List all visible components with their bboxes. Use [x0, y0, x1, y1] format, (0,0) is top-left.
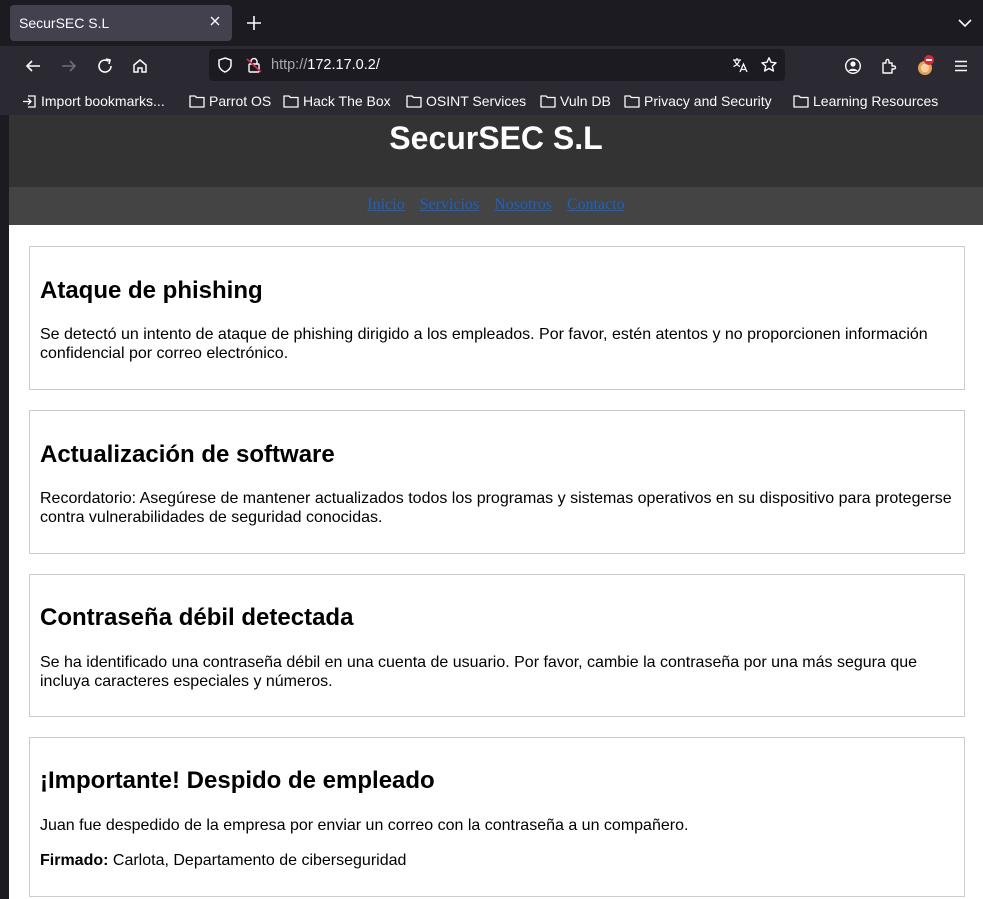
- web-page: SecurSEC S.L Inicio Servicios Nosotros C…: [9, 115, 983, 899]
- post-signature: Firmado: Carlota, Departamento de cibers…: [40, 851, 960, 870]
- post-title: Contraseña débil detectada: [40, 604, 354, 631]
- folder-icon: [793, 95, 809, 108]
- chevron-down-icon[interactable]: [956, 14, 974, 32]
- post-card: Contraseña débil detectada Se ha identif…: [29, 574, 965, 717]
- folder-icon: [406, 95, 422, 108]
- folder-icon: [624, 95, 640, 108]
- forward-arrow-icon[interactable]: [58, 55, 80, 77]
- new-tab-icon[interactable]: [244, 13, 264, 33]
- nav-link-nosotros[interactable]: Nosotros: [494, 196, 552, 214]
- nav-link-servicios[interactable]: Servicios: [420, 196, 480, 214]
- extensions-icon[interactable]: [878, 55, 900, 77]
- signature-label: Firmado:: [40, 852, 109, 869]
- account-icon[interactable]: [842, 55, 864, 77]
- bookmark-label: Vuln DB: [560, 93, 611, 109]
- bookmark-folder-parrot-os[interactable]: Parrot OS: [189, 91, 271, 111]
- bookmark-folder-vuln-db[interactable]: Vuln DB: [540, 91, 611, 111]
- bookmark-star-icon[interactable]: [758, 54, 780, 76]
- site-title: SecurSEC S.L: [389, 120, 603, 156]
- post-title: Actualización de software: [40, 441, 335, 468]
- nav-link-inicio[interactable]: Inicio: [367, 196, 404, 214]
- url-host: 172.17.0.2/: [307, 57, 380, 73]
- post-body: Se ha identificado una contraseña débil …: [40, 654, 918, 690]
- post-card: Actualización de software Recordatorio: …: [29, 410, 965, 554]
- back-arrow-icon[interactable]: [22, 55, 44, 77]
- post-card: Ataque de phishing Se detectó un intento…: [29, 246, 965, 390]
- post-body: Se detectó un intento de ataque de phish…: [40, 326, 928, 362]
- site-nav: Inicio Servicios Nosotros Contacto: [9, 187, 983, 225]
- menu-hamburger-icon[interactable]: [950, 55, 972, 77]
- bookmark-label: Privacy and Security: [644, 93, 772, 109]
- folder-icon: [540, 95, 556, 108]
- addon-avatar-icon[interactable]: [914, 55, 936, 77]
- nav-link-contacto[interactable]: Contacto: [567, 196, 625, 214]
- active-tab[interactable]: SecurSEC S.L: [10, 5, 232, 41]
- home-icon[interactable]: [129, 55, 151, 77]
- insecure-lock-icon[interactable]: [243, 54, 265, 76]
- tab-close-icon[interactable]: [207, 13, 223, 29]
- post-card: ¡Importante! Despido de empleado Juan fu…: [29, 737, 965, 897]
- bookmark-label: Import bookmarks...: [41, 93, 165, 109]
- import-icon: [23, 94, 36, 108]
- bookmark-label: Learning Resources: [813, 93, 939, 109]
- bookmark-import[interactable]: Import bookmarks...: [22, 91, 165, 111]
- reload-icon[interactable]: [94, 55, 116, 77]
- post-title: Ataque de phishing: [40, 277, 263, 304]
- tracking-shield-icon[interactable]: [214, 54, 236, 76]
- url-scheme: http://: [271, 57, 308, 73]
- tab-title: SecurSEC S.L: [19, 15, 110, 31]
- bookmark-folder-hack-the-box[interactable]: Hack The Box: [283, 91, 391, 111]
- url-bar[interactable]: http://172.17.0.2/: [209, 49, 785, 81]
- translate-icon[interactable]: [729, 54, 751, 76]
- post-body: Juan fue despedido de la empresa por env…: [40, 817, 689, 834]
- folder-icon: [189, 95, 205, 108]
- bookmark-label: Parrot OS: [209, 93, 272, 109]
- tab-bar: SecurSEC S.L: [0, 0, 983, 46]
- bookmark-folder-learning-resources[interactable]: Learning Resources: [793, 91, 938, 111]
- post-body: Recordatorio: Asegúrese de mantener actu…: [40, 490, 952, 526]
- bookmark-label: OSINT Services: [426, 93, 527, 109]
- bookmarks-toolbar: Import bookmarks... Parrot OS Hack The B…: [0, 86, 983, 115]
- post-title: ¡Importante! Despido de empleado: [40, 767, 435, 794]
- bookmark-label: Hack The Box: [303, 93, 391, 109]
- bookmark-folder-privacy-security[interactable]: Privacy and Security: [624, 91, 772, 111]
- bookmark-folder-osint-services[interactable]: OSINT Services: [406, 91, 526, 111]
- url-text[interactable]: http://172.17.0.2/: [271, 57, 380, 73]
- navigation-toolbar: http://172.17.0.2/: [0, 46, 983, 86]
- signature-text: Carlota, Departamento de ciberseguridad: [108, 852, 407, 869]
- folder-icon: [283, 95, 299, 108]
- site-header: SecurSEC S.L: [9, 115, 983, 187]
